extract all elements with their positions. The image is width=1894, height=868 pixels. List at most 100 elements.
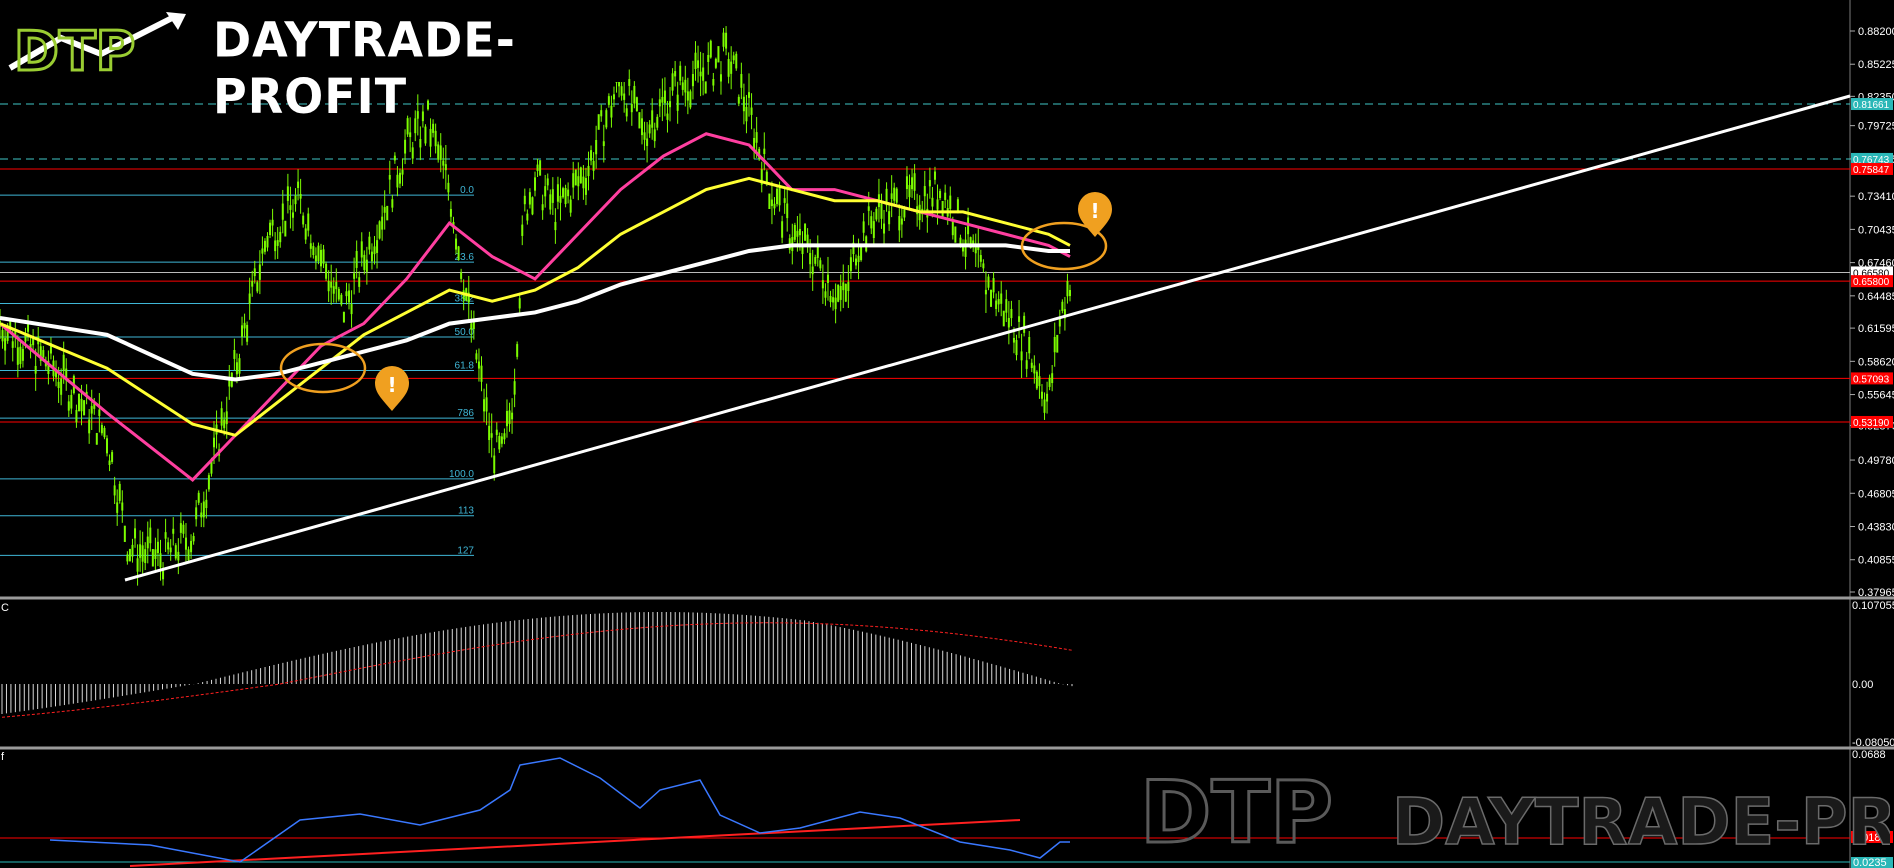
candle-body <box>314 255 317 262</box>
candle-body <box>526 213 529 221</box>
candle-body <box>335 281 338 290</box>
candle-body <box>342 311 345 323</box>
candle-body <box>676 94 679 111</box>
rsi-trendline <box>129 819 1021 867</box>
candle-body <box>839 286 842 300</box>
candle-body <box>796 230 799 237</box>
candle-body <box>146 536 149 549</box>
candle-body <box>905 176 908 190</box>
candle-body <box>1043 399 1046 413</box>
candle-body <box>832 297 835 303</box>
candle-body <box>358 277 361 287</box>
candle-body <box>505 410 508 427</box>
candle-body <box>1007 317 1010 328</box>
candle-body <box>159 553 162 568</box>
candle-body <box>233 349 236 359</box>
candle-body <box>628 79 631 86</box>
candle-body <box>778 187 781 206</box>
candle-body <box>939 190 942 199</box>
candle-body <box>844 283 847 302</box>
candle-body <box>500 436 503 444</box>
candle-body <box>590 150 593 161</box>
candle-body <box>266 235 269 248</box>
candle-body <box>982 263 985 269</box>
candle-body <box>169 547 172 553</box>
candle-body <box>42 350 45 358</box>
candle-body <box>490 433 493 438</box>
candle-body <box>663 90 666 104</box>
candle-body <box>67 401 70 411</box>
candle-body <box>679 65 682 81</box>
candle-body <box>862 221 865 233</box>
candle-body <box>776 188 779 205</box>
candle-body <box>192 536 195 542</box>
candle-body <box>630 104 633 113</box>
candle-body <box>243 322 246 329</box>
candle-body <box>773 203 776 209</box>
candle-body <box>488 425 491 441</box>
candle-body <box>984 289 987 295</box>
candle-body <box>534 177 536 191</box>
candle-body <box>177 551 180 561</box>
rsi-line <box>49 757 1070 863</box>
candle-body <box>70 394 73 409</box>
candle-body <box>551 189 554 203</box>
fib-level-label: 0.0 <box>460 185 474 196</box>
candle-body <box>174 545 177 559</box>
price-level-label: 0.81661 <box>1853 100 1890 111</box>
candle-body <box>684 79 687 93</box>
candle-body <box>730 61 733 74</box>
candle-body <box>911 177 914 190</box>
candle-body <box>312 246 315 256</box>
macd-panel: 0.107055 0.00 -0.080503 <box>1 600 1894 749</box>
candle-body <box>867 206 870 211</box>
watermark: DTP DAYTRADE-PROFIT <box>1139 762 1891 863</box>
candle-body <box>1048 377 1051 387</box>
candle-body <box>750 107 753 115</box>
candle-body <box>661 96 664 103</box>
candle-body <box>931 197 934 207</box>
candle-body <box>1023 315 1026 333</box>
candle-body <box>276 240 279 246</box>
candle-body <box>432 123 435 133</box>
candle-body <box>225 411 228 425</box>
candle-body <box>511 412 514 420</box>
candle-body <box>223 419 226 429</box>
candle-body <box>717 46 720 63</box>
candle-body <box>348 290 351 303</box>
candle-body <box>419 139 422 148</box>
candle-body <box>263 240 266 252</box>
candle-body <box>449 208 452 217</box>
candle-body <box>383 207 386 213</box>
candle-body <box>493 455 496 474</box>
candle-body <box>1028 336 1031 354</box>
candle-body <box>83 400 86 416</box>
candle-body <box>477 361 480 369</box>
candle-body <box>643 132 646 140</box>
price-level-label: 0.65800 <box>1853 277 1890 288</box>
candle-body <box>284 220 287 237</box>
candle-body <box>842 282 845 291</box>
candle-body <box>546 178 549 186</box>
price-axis-label: 0.73410 <box>1858 191 1894 203</box>
candle-body <box>325 263 328 279</box>
candle-body <box>579 167 582 184</box>
candle-body <box>582 176 585 189</box>
candle-body <box>595 140 598 155</box>
candle-body <box>75 410 78 423</box>
candle-body <box>689 91 692 108</box>
candle-body <box>847 282 850 291</box>
candle-body <box>409 132 412 138</box>
candle-body <box>691 74 694 87</box>
candle-body <box>1005 299 1008 313</box>
candle-body <box>317 245 320 262</box>
candle-body <box>447 182 450 193</box>
candle-body <box>748 92 750 98</box>
candle-body <box>424 126 427 144</box>
candle-body <box>569 199 572 213</box>
candle-body <box>798 228 801 236</box>
watermark-text: DAYTRADE-PROFIT <box>1392 786 1890 860</box>
candle-body <box>304 228 307 240</box>
candle-body <box>951 221 954 236</box>
candle-body <box>253 268 256 277</box>
